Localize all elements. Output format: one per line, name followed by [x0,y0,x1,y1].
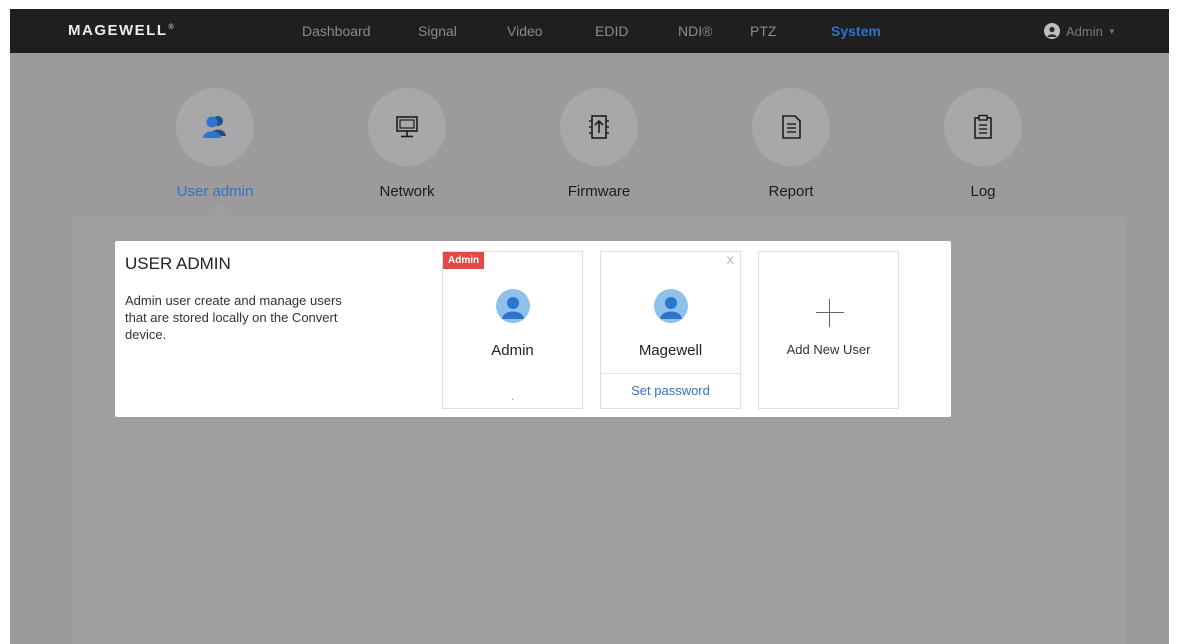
category-network[interactable]: Network [357,88,457,200]
category-user-admin[interactable]: User admin [165,88,265,200]
user-icon [1044,23,1060,39]
users-icon [176,88,254,166]
nav-edid[interactable]: EDID [595,23,628,39]
category-firmware[interactable]: Firmware [549,88,649,200]
plus-icon [816,299,844,327]
tile-footer-dot: . [511,392,514,403]
category-label: Report [768,183,814,200]
nav-dashboard[interactable]: Dashboard [302,23,371,39]
user-avatar-icon [496,289,530,323]
user-menu[interactable]: Admin ▼ [1044,23,1116,39]
admin-badge: Admin [443,252,485,269]
monitor-icon [368,88,446,166]
user-name: Admin [491,342,534,359]
nav-video[interactable]: Video [507,23,543,39]
category-label: Log [970,183,996,200]
close-icon[interactable]: X [727,255,734,267]
firmware-upload-icon [560,88,638,166]
category-label: Network [379,183,435,200]
user-tile-magewell[interactable]: X Magewell Set password [600,251,741,409]
user-tile-admin[interactable]: Admin Admin . [442,251,583,409]
app-window: MAGEWELL® Dashboard Signal Video EDID ND… [10,9,1169,644]
user-menu-label: Admin [1066,23,1103,39]
user-name: Magewell [638,342,703,359]
set-password-link[interactable]: Set password [601,373,740,409]
top-nav-bar: MAGEWELL® Dashboard Signal Video EDID ND… [10,9,1169,53]
card-description: Admin user create and manage users that … [125,293,342,342]
nav-ndi[interactable]: NDI® [678,23,712,39]
category-label: User admin [176,183,254,200]
category-log[interactable]: Log [933,88,1033,200]
selected-category-pointer [206,203,234,217]
add-user-label: Add New User [786,342,871,357]
category-report[interactable]: Report [741,88,841,200]
user-avatar-icon [654,289,688,323]
nav-ptz[interactable]: PTZ [750,23,776,39]
nav-signal[interactable]: Signal [418,23,457,39]
caret-down-icon: ▼ [1107,26,1116,36]
add-new-user-button[interactable]: Add New User [758,251,899,409]
category-label: Firmware [567,183,631,200]
nav-system[interactable]: System [831,23,881,39]
document-icon [752,88,830,166]
user-admin-card: USER ADMIN Admin user create and manage … [115,241,951,417]
card-title: USER ADMIN [125,254,231,273]
clipboard-icon [944,88,1022,166]
magewell-logo[interactable]: MAGEWELL® [68,22,174,39]
